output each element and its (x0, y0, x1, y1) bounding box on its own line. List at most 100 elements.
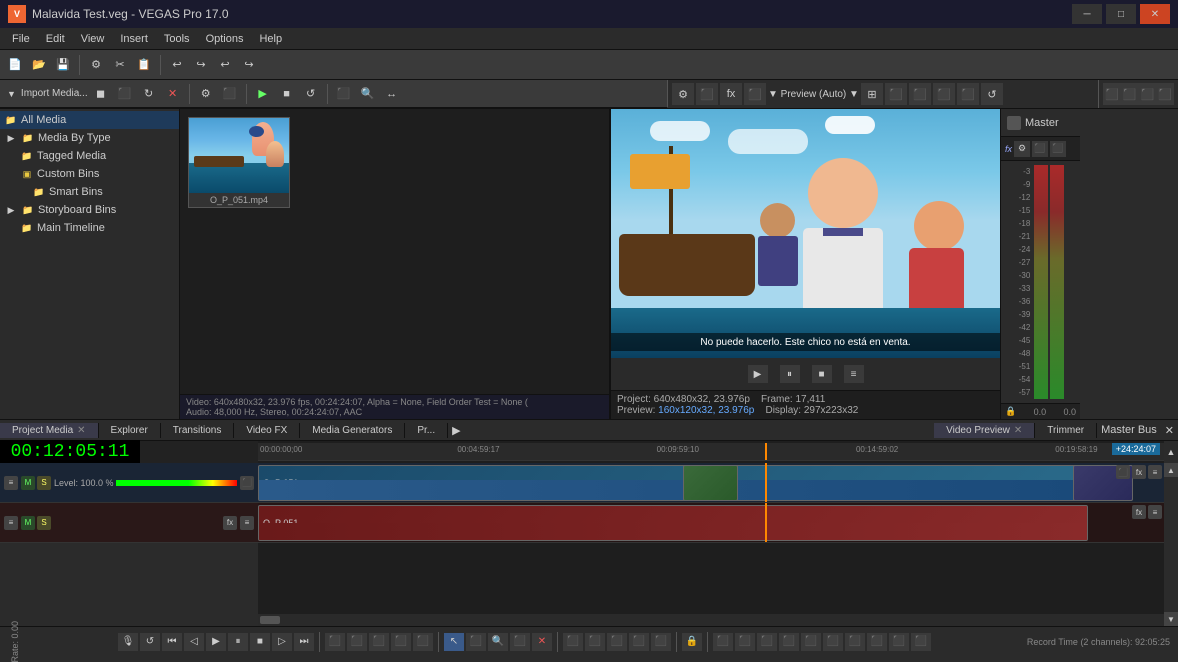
pb-btn13[interactable]: ⬛ (713, 633, 733, 651)
pb-btn18[interactable]: ⬛ (823, 633, 843, 651)
tb2-settings[interactable]: ⚙ (195, 83, 217, 105)
prev-btn6[interactable]: ⬛ (957, 83, 979, 105)
pb-btn19[interactable]: ⬛ (845, 633, 865, 651)
track-mute-btn[interactable]: M (21, 476, 35, 490)
track-solo-btn[interactable]: S (37, 476, 51, 490)
pb-delete[interactable]: ✕ (532, 633, 552, 651)
view-btn[interactable]: ⬛ (333, 83, 355, 105)
master-fx-btn3[interactable]: ⬛ (1050, 141, 1066, 157)
tree-item-main-timeline[interactable]: 📁 Main Timeline (0, 219, 179, 237)
menu-options[interactable]: Options (198, 31, 252, 47)
preview-stop[interactable]: ■ (812, 365, 832, 383)
tab-transitions[interactable]: Transitions (161, 423, 235, 438)
cut-button[interactable]: ✂ (109, 54, 131, 76)
audio-fx-btn[interactable]: fx (223, 516, 237, 530)
minimize-button[interactable]: ─ (1072, 4, 1102, 24)
audio-mute-btn[interactable]: M (21, 516, 35, 530)
menu-file[interactable]: File (4, 31, 38, 47)
zoom-btn[interactable]: 🔍 (357, 83, 379, 105)
pb-record[interactable]: 🎙 (118, 633, 138, 651)
pb-cursor[interactable]: ↖ (444, 633, 464, 651)
menu-tools[interactable]: Tools (156, 31, 198, 47)
prev-btn5[interactable]: ⬛ (933, 83, 955, 105)
preview-menu[interactable]: ≡ (844, 365, 864, 383)
pb-btn15[interactable]: ⬛ (757, 633, 777, 651)
prev-btn7[interactable]: ↺ (981, 83, 1003, 105)
stop-button[interactable]: ■ (276, 83, 298, 105)
preview-play[interactable]: ▶ (748, 365, 768, 383)
tb2-btn4[interactable]: ✕ (162, 83, 184, 105)
tb2-btn5[interactable]: ⬛ (219, 83, 241, 105)
play-button[interactable]: ▶ (252, 83, 274, 105)
timeline-hscroll[interactable] (258, 614, 1164, 626)
tree-item-media-by-type[interactable]: ▶ 📁 Media By Type (0, 129, 179, 147)
audio-right-btn2[interactable]: ≡ (1148, 505, 1162, 519)
redo-button[interactable]: ↪ (190, 54, 212, 76)
pb-zoom[interactable]: 🔍 (488, 633, 508, 651)
timeline-scroll-up[interactable]: ▲ (1164, 441, 1178, 463)
prev-btn4[interactable]: ⬛ (909, 83, 931, 105)
menu-help[interactable]: Help (251, 31, 290, 47)
pb-btn1[interactable]: ⬛ (325, 633, 345, 651)
master-tb1[interactable]: ⬛ (1103, 83, 1121, 105)
properties-button[interactable]: ⚙ (85, 54, 107, 76)
video-right-btn1[interactable]: ⬛ (1116, 465, 1130, 479)
master-fx-btn2[interactable]: ⬛ (1032, 141, 1048, 157)
new-button[interactable]: 📄 (4, 54, 26, 76)
pb-prev[interactable]: ◁ (184, 633, 204, 651)
open-button[interactable]: 📂 (28, 54, 50, 76)
tb2-btn3[interactable]: ↻ (138, 83, 160, 105)
prev-btn2[interactable]: ⬛ (744, 83, 766, 105)
tab-project-media-close[interactable]: ✕ (77, 425, 85, 436)
media-thumbnail[interactable]: O_P_051.mp4 (188, 117, 290, 208)
menu-view[interactable]: View (73, 31, 113, 47)
pb-rewind[interactable]: ⏮ (162, 633, 182, 651)
tree-item-all-media[interactable]: 📁 All Media (0, 111, 179, 129)
pb-stop[interactable]: ■ (250, 633, 270, 651)
master-tb3[interactable]: ⬛ (1139, 83, 1157, 105)
hscroll-thumb[interactable] (260, 616, 280, 624)
copy-button[interactable]: 📋 (133, 54, 155, 76)
menu-insert[interactable]: Insert (112, 31, 156, 47)
tab-trimmer[interactable]: Trimmer (1035, 423, 1097, 438)
pb-btn4[interactable]: ⬛ (391, 633, 411, 651)
tree-item-custom-bins[interactable]: ▣ Custom Bins (0, 165, 179, 183)
tb2-btn2[interactable]: ⬛ (114, 83, 136, 105)
pb-btn7[interactable]: ⬛ (510, 633, 530, 651)
pb-play[interactable]: ▶ (206, 633, 226, 651)
tab-video-fx[interactable]: Video FX (234, 423, 300, 438)
audio-track-expand-btn[interactable]: ≡ (240, 516, 254, 530)
tab-video-preview-close[interactable]: ✕ (1014, 425, 1022, 436)
pb-btn11[interactable]: ⬛ (629, 633, 649, 651)
pb-lock[interactable]: 🔒 (682, 633, 702, 651)
video-right-btn2[interactable]: fx (1132, 465, 1146, 479)
tb2-btn1[interactable]: ◼ (90, 83, 112, 105)
zoom2-btn[interactable]: ↔ (381, 83, 403, 105)
save-button[interactable]: 💾 (52, 54, 74, 76)
audio-right-btn1[interactable]: fx (1132, 505, 1146, 519)
menu-edit[interactable]: Edit (38, 31, 73, 47)
tab-pr[interactable]: Pr... (405, 423, 448, 438)
preview-pause[interactable]: ⏸ (780, 365, 800, 383)
video-clip-small-1[interactable] (683, 465, 738, 501)
tree-item-smart-bins[interactable]: 📁 Smart Bins (0, 183, 179, 201)
pb-ffwd[interactable]: ⏭ (294, 633, 314, 651)
redo2-button[interactable]: ↪ (238, 54, 260, 76)
audio-clip-main[interactable]: O_P 051 (258, 505, 1088, 541)
vscroll-up[interactable]: ▲ (1164, 463, 1178, 477)
audio-solo-btn[interactable]: S (37, 516, 51, 530)
pb-btn17[interactable]: ⬛ (801, 633, 821, 651)
pb-btn10[interactable]: ⬛ (607, 633, 627, 651)
tab-project-media[interactable]: Project Media ✕ (0, 423, 99, 438)
track-expand-btn[interactable]: ⬛ (240, 476, 254, 490)
track-collapse-btn[interactable]: ≡ (4, 476, 18, 490)
prev-btn3[interactable]: ⬛ (885, 83, 907, 105)
audio-track-collapse-btn[interactable]: ≡ (4, 516, 18, 530)
prev-grid[interactable]: ⊞ (861, 83, 883, 105)
video-clip-main[interactable]: O_P 051 (258, 465, 1088, 501)
pb-btn9[interactable]: ⬛ (585, 633, 605, 651)
prev-settings[interactable]: ⚙ (672, 83, 694, 105)
tab-video-preview[interactable]: Video Preview ✕ (934, 423, 1035, 438)
pb-btn2[interactable]: ⬛ (347, 633, 367, 651)
pb-next[interactable]: ▷ (272, 633, 292, 651)
